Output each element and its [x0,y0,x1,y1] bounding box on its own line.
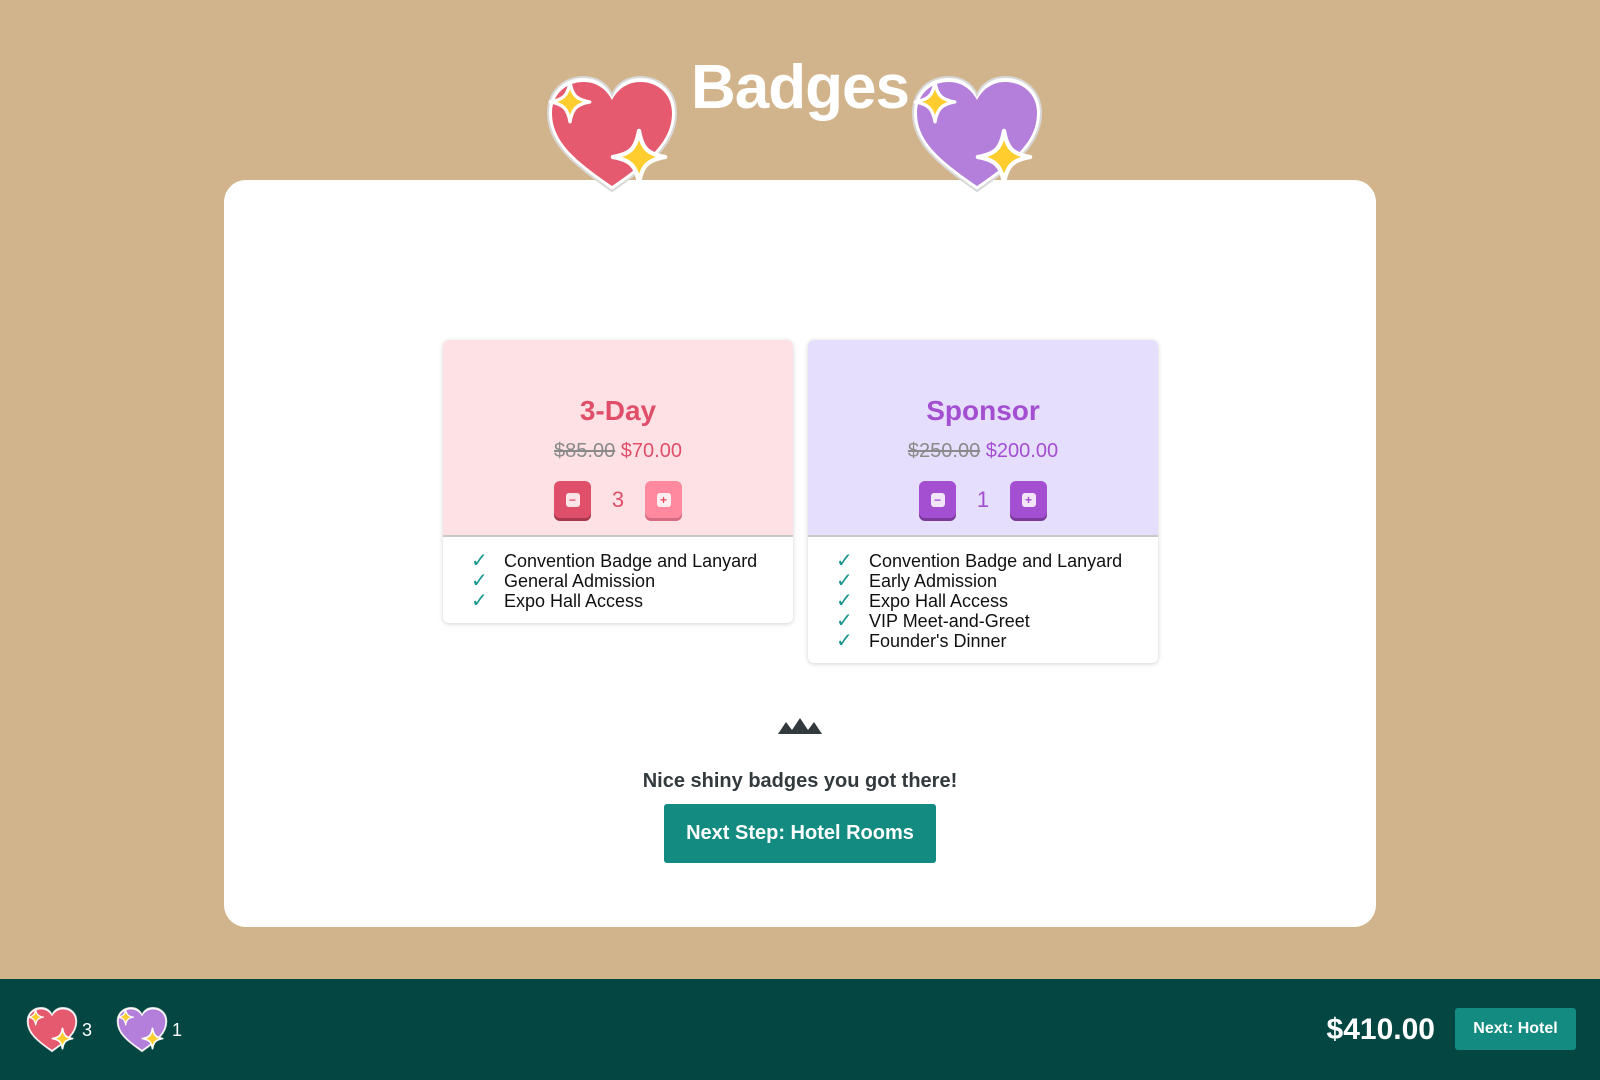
list-item: ✓ Expo Hall Access [471,591,793,611]
increase-quantity-button[interactable]: + [1010,481,1047,518]
decrease-quantity-button[interactable]: − [554,481,591,518]
list-item: ✓ Expo Hall Access [836,591,1158,611]
list-item: ✓ Early Admission [836,571,1158,591]
cart-item-count: 1 [172,1019,183,1040]
sparkle-heart-icon [905,72,1049,198]
badge-price: $85.00 $70.00 [443,440,793,463]
plus-icon: + [1021,492,1036,507]
original-price: $250.00 [907,440,981,462]
badge-price: $250.00 $200.00 [808,440,1158,463]
cart-item-count: 3 [82,1019,93,1040]
feature-label: Convention Badge and Lanyard [504,551,758,571]
badge-name: 3-Day [579,395,657,426]
feature-label: Founder's Dinner [869,631,1007,651]
minus-icon: − [565,492,580,507]
badge-card-3-day: 3-Day $85.00 $70.00 − 3 + ✓ Convention Ba… [443,340,793,623]
feature-label: Convention Badge and Lanyard [869,551,1123,571]
quantity-value: 3 [611,486,625,512]
discounted-price: $200.00 [985,440,1059,462]
check-icon: ✓ [836,550,853,572]
badge-card-sponsor: Sponsor $250.00 $200.00 − 1 + ✓ Conventio… [808,340,1158,663]
increase-quantity-button[interactable]: + [645,481,682,518]
quantity-value: 1 [976,486,990,512]
minus-icon: − [930,492,945,507]
list-item: ✓ General Admission [471,571,793,591]
feature-label: Early Admission [869,571,998,591]
list-item: ✓ Convention Badge and Lanyard [471,551,793,571]
feature-label: Expo Hall Access [504,591,644,611]
cart-item-3-day: 3 [24,1005,92,1055]
original-price: $85.00 [554,440,616,462]
decrease-quantity-button[interactable]: − [919,481,956,518]
check-icon: ✓ [836,630,853,652]
feature-label: VIP Meet-and-Greet [869,611,1030,631]
feature-label: Expo Hall Access [869,591,1009,611]
mountains-icon [778,716,822,741]
check-icon: ✓ [836,570,853,592]
pink-sparkle-heart-icon [26,1007,78,1053]
sparkle-heart-icon [540,72,684,198]
cart-summary-bar: 3 1 $410.00 Next: Hotel [0,979,1600,1080]
list-item: ✓ VIP Meet-and-Greet [836,611,1158,631]
badges-panel: 3-Day $85.00 $70.00 − 3 + ✓ Convention Ba… [224,180,1376,927]
feature-label: General Admission [504,571,656,591]
badge-name: Sponsor [926,395,1040,426]
feature-list: ✓ Convention Badge and Lanyard ✓ Early Adm… [808,537,1158,663]
check-icon: ✓ [471,570,488,592]
feature-list: ✓ Convention Badge and Lanyard ✓ General A… [443,537,793,623]
cart-total: $410.00 [1326,1013,1435,1046]
list-item: ✓ Convention Badge and Lanyard [836,551,1158,571]
check-icon: ✓ [836,610,853,632]
page-title: Badges [691,53,910,122]
quantity-stepper: − 1 + [808,481,1158,518]
purple-sparkle-heart-icon [116,1007,168,1053]
badge-header: Sponsor $250.00 $200.00 − 1 + [808,340,1158,537]
cart-item-sponsor: 1 [114,1005,182,1055]
check-icon: ✓ [836,590,853,612]
list-item: ✓ Founder's Dinner [836,631,1158,651]
check-icon: ✓ [471,590,488,612]
check-icon: ✓ [471,550,488,572]
quantity-stepper: − 3 + [443,481,793,518]
badge-header: 3-Day $85.00 $70.00 − 3 + [443,340,793,537]
next-hotel-button[interactable]: Next: Hotel [1455,1008,1576,1050]
discounted-price: $70.00 [620,440,682,462]
next-step-button[interactable]: Next Step: Hotel Rooms [664,804,936,863]
plus-icon: + [656,492,671,507]
tagline: Nice shiny badges you got there! [642,770,958,792]
